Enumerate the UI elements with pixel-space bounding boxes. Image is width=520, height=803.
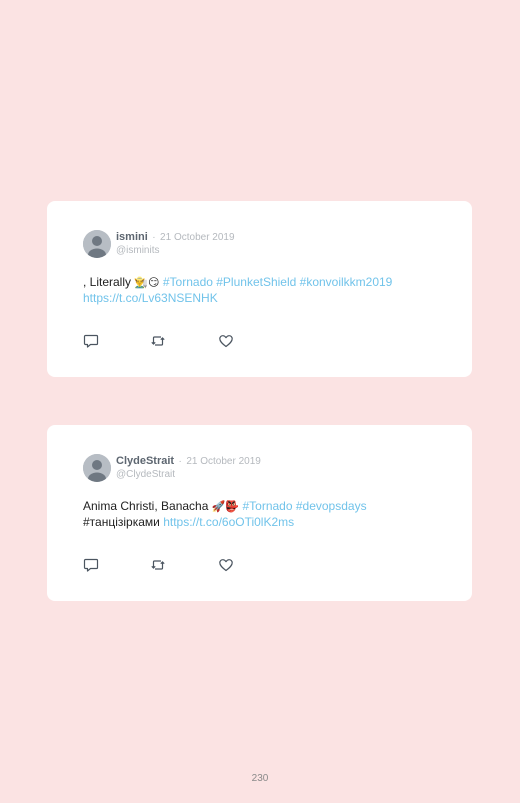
retweet-button[interactable] bbox=[150, 557, 166, 573]
page-number: 230 bbox=[251, 773, 269, 784]
author-name[interactable]: ClydeStrait bbox=[116, 455, 174, 467]
tweet-meta: ClydeStrait · 21 October 2019 @ClydeStra… bbox=[116, 453, 261, 481]
tweet-text: , Literally 👨‍🌾😏 #Tornado #PlunketShield… bbox=[83, 275, 453, 306]
tweet-meta: ismini · 21 October 2019 @isminits bbox=[116, 229, 235, 257]
tweet-url[interactable]: https://t.co/6oOTi0lK2ms bbox=[163, 515, 294, 529]
retweet-icon bbox=[151, 336, 165, 346]
author-handle[interactable]: @ClydeStrait bbox=[116, 469, 261, 481]
tweet-card: ClydeStrait · 21 October 2019 @ClydeStra… bbox=[47, 425, 472, 601]
like-button[interactable] bbox=[218, 557, 234, 573]
tweet-text-plain: , Literally bbox=[83, 275, 135, 289]
default-avatar-icon bbox=[83, 454, 111, 482]
tweet-date[interactable]: 21 October 2019 bbox=[160, 232, 235, 243]
reply-button[interactable] bbox=[83, 333, 99, 349]
retweet-button[interactable] bbox=[150, 333, 166, 349]
avatar[interactable] bbox=[83, 230, 111, 258]
tweet-hashtags[interactable]: #Tornado #PlunketShield #konvoilkkm2019 bbox=[163, 275, 392, 289]
tweet-date[interactable]: 21 October 2019 bbox=[186, 456, 261, 467]
meta-separator: · bbox=[178, 456, 182, 467]
heart-icon bbox=[219, 335, 233, 348]
reply-icon bbox=[83, 558, 99, 572]
tweet-hashtags[interactable]: #Tornado #devopsdays bbox=[242, 499, 366, 513]
reply-button[interactable] bbox=[83, 557, 99, 573]
meta-separator: · bbox=[152, 232, 156, 243]
retweet-icon bbox=[151, 560, 165, 570]
reply-icon bbox=[83, 334, 99, 348]
tweet-text-plain: Anima Christi, Banacha bbox=[83, 499, 212, 513]
page: ismini · 21 October 2019 @isminits , Lit… bbox=[0, 0, 520, 803]
avatar[interactable] bbox=[83, 454, 111, 482]
tweet-text-line2: #танцізірками bbox=[83, 515, 164, 529]
author-name[interactable]: ismini bbox=[116, 231, 148, 243]
tweet-text: Anima Christi, Banacha 🚀👺 #Tornado #devo… bbox=[83, 499, 453, 530]
tweet-url[interactable]: https://t.co/Lv63NSENHK bbox=[83, 291, 218, 305]
tweet-card: ismini · 21 October 2019 @isminits , Lit… bbox=[47, 201, 472, 377]
like-button[interactable] bbox=[218, 333, 234, 349]
heart-icon bbox=[219, 559, 233, 572]
author-handle[interactable]: @isminits bbox=[116, 245, 235, 257]
default-avatar-icon bbox=[83, 230, 111, 258]
tweet-emoji: 🚀👺 bbox=[211, 501, 240, 513]
tweet-emoji: 👨‍🌾😏 bbox=[134, 277, 160, 289]
